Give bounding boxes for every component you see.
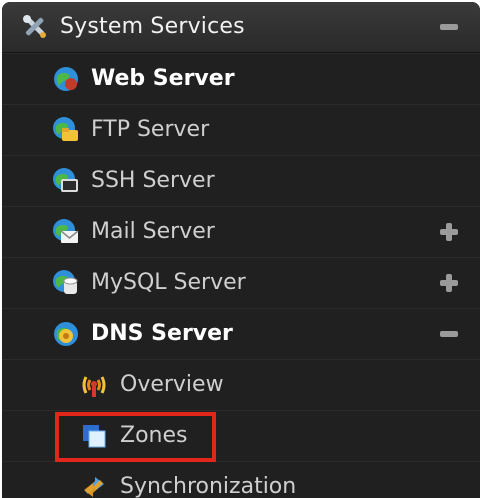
broadcast-antenna-icon [80,371,108,399]
ftp-folder-globe-icon [52,116,80,144]
page-title: System Services [60,14,245,39]
menu-item-web-server[interactable]: Web Server [2,53,480,104]
database-globe-icon [52,269,80,297]
collapse-toggle-minus-icon[interactable] [438,323,460,345]
system-services-panel: System Services Web Server FTP Server SS… [2,2,480,498]
menu-item-mysql-server[interactable]: MySQL Server [2,257,480,308]
mail-envelope-globe-icon [52,218,80,246]
menu-item-label: MySQL Server [91,270,246,295]
menu-item-ftp-server[interactable]: FTP Server [2,104,480,155]
menu-item-label: Mail Server [91,219,215,244]
zones-highlight-box [55,412,216,462]
web-server-globe-icon [52,65,80,93]
system-services-header[interactable]: System Services [2,2,480,53]
expand-toggle-plus-icon[interactable] [438,272,460,294]
submenu-item-label: Synchronization [120,474,297,498]
expand-toggle-plus-icon[interactable] [438,221,460,243]
tools-icon [20,12,50,42]
menu-item-label: FTP Server [91,117,210,142]
dns-globe-icon [52,320,80,348]
menu-item-label: Web Server [91,66,235,91]
submenu-item-overview[interactable]: Overview [2,359,480,410]
sync-arrows-icon [80,473,108,498]
submenu-item-synchronization[interactable]: Synchronization [2,461,480,498]
collapse-toggle-minus-icon[interactable] [438,16,460,38]
menu-item-dns-server[interactable]: DNS Server [2,308,480,359]
menu-item-label: SSH Server [91,168,215,193]
menu-item-mail-server[interactable]: Mail Server [2,206,480,257]
menu-item-ssh-server[interactable]: SSH Server [2,155,480,206]
submenu-item-label: Overview [120,372,224,397]
ssh-terminal-globe-icon [52,167,80,195]
menu-item-label: DNS Server [91,321,233,346]
